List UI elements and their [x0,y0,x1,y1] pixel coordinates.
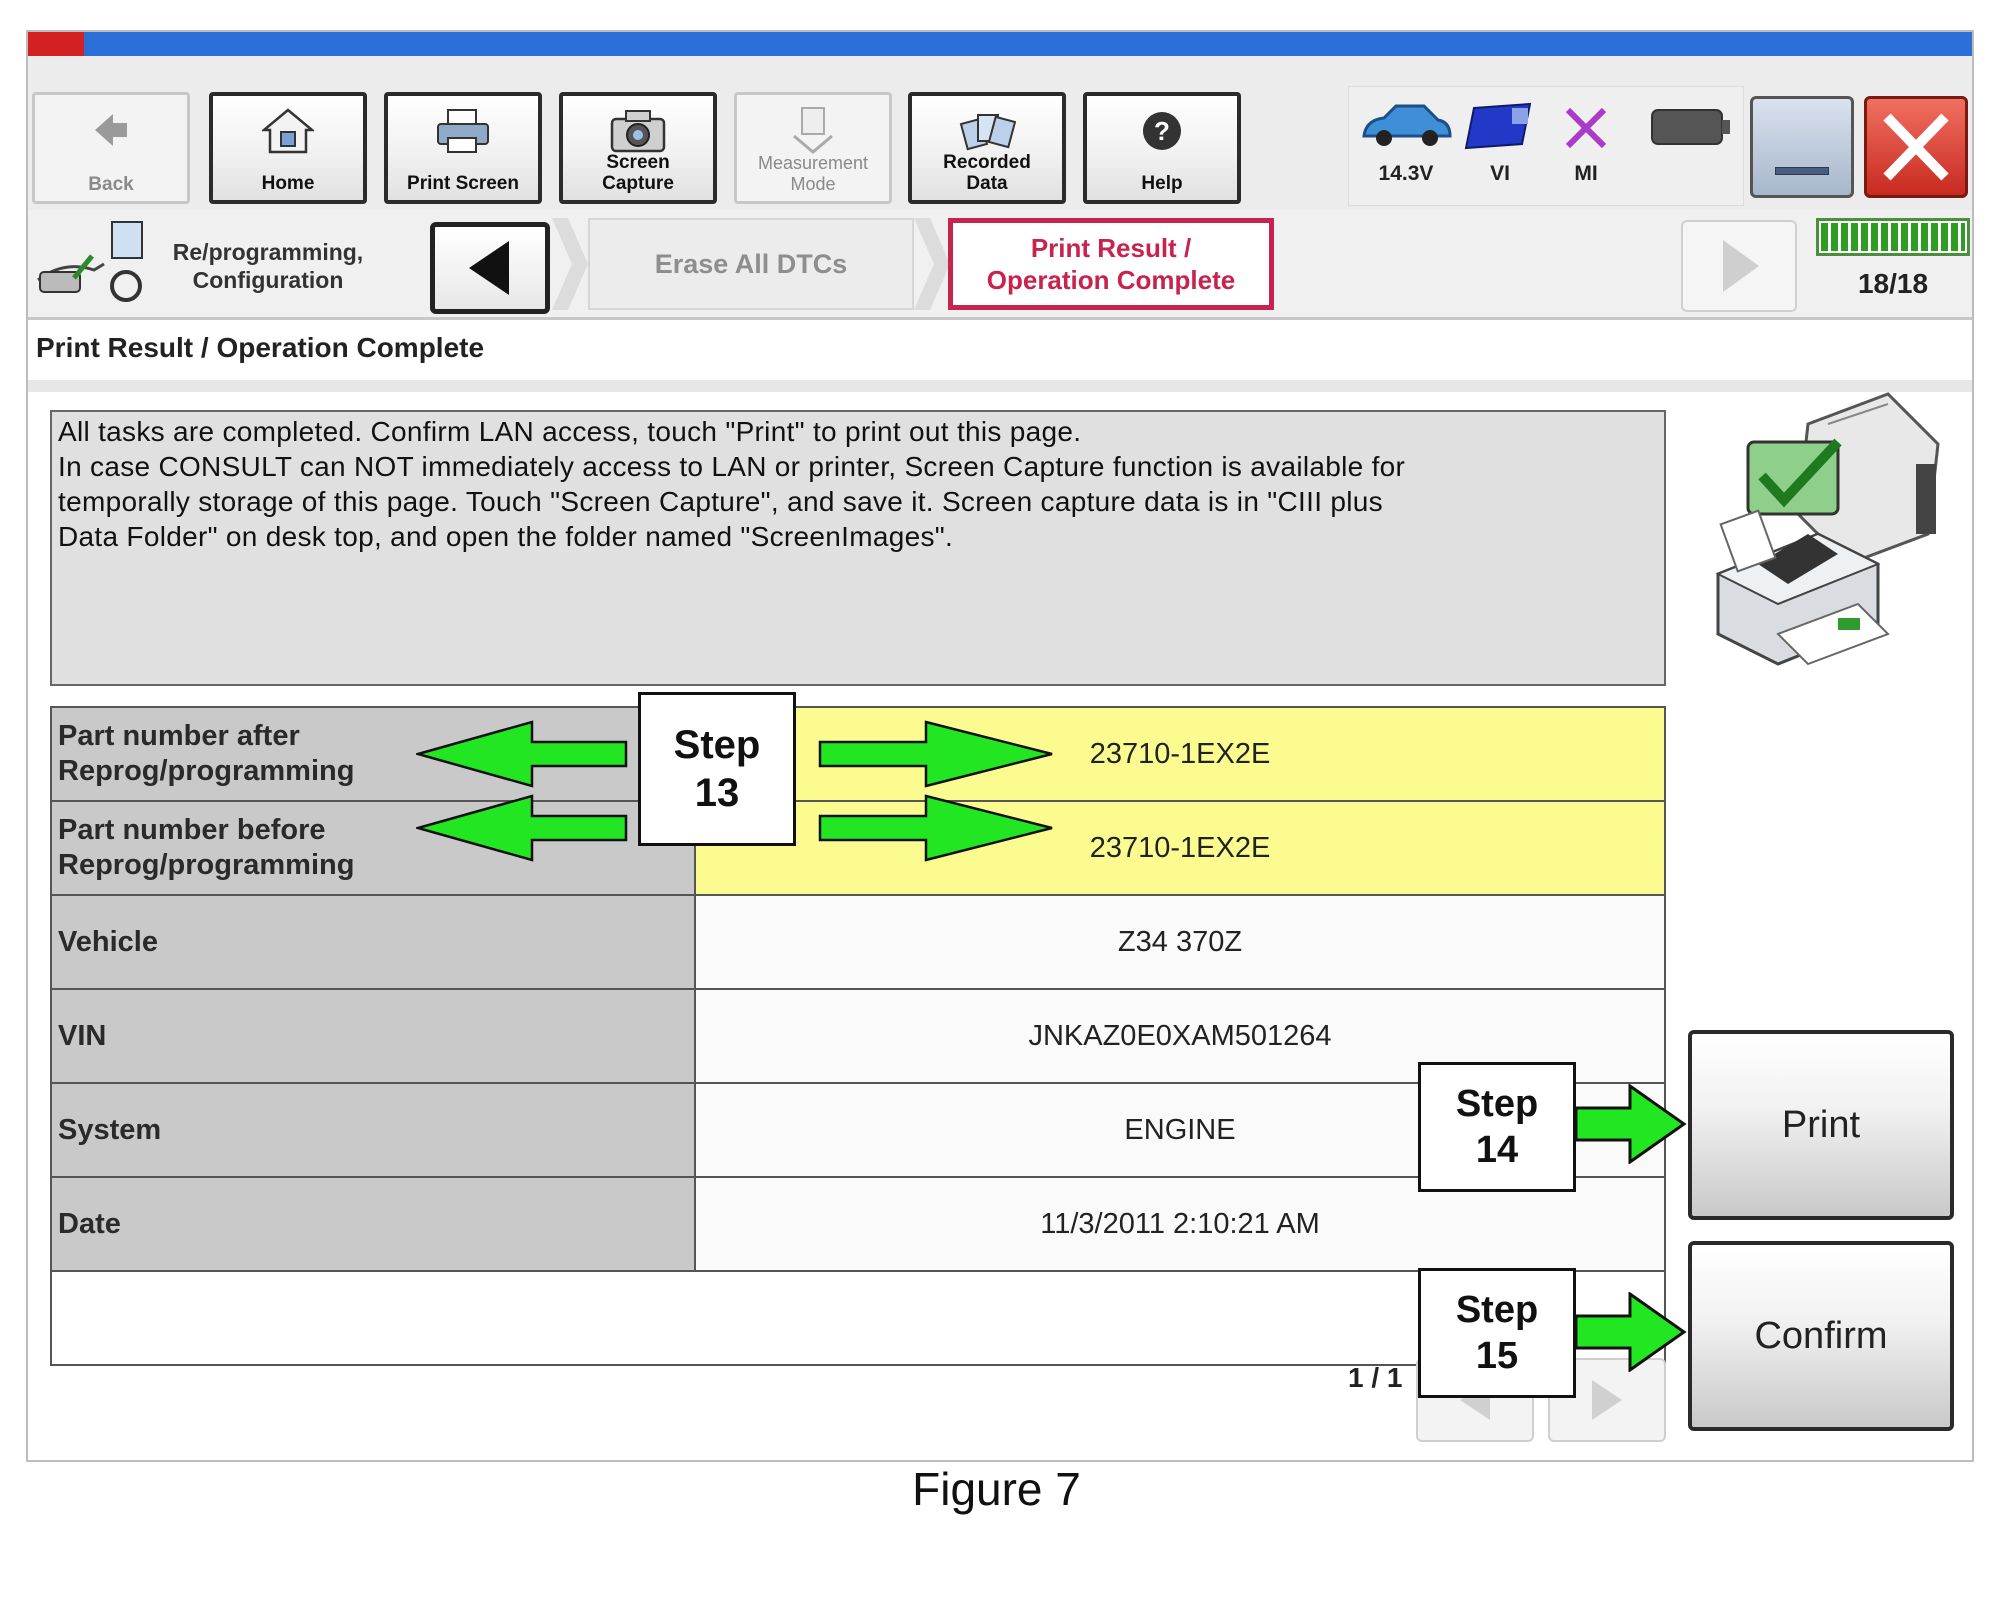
row-label: Vehicle [50,894,696,990]
vi-icon [1464,102,1532,150]
home-button[interactable]: Home [209,92,367,204]
voltage-readout: 14.3V [1378,162,1434,185]
help-button[interactable]: ? Help [1083,92,1241,204]
measurement-icon [783,105,843,155]
recorded-data-label-2: Data [966,173,1008,194]
row-label: VIN [50,988,696,1084]
current-step-line-1: Print Result / [1030,233,1192,263]
print-screen-label: Print Screen [407,173,519,194]
step-14-number: 14 [1475,1129,1519,1171]
recorded-data-button[interactable]: Recorded Data [908,92,1066,204]
message-line: All tasks are completed. Confirm LAN acc… [58,416,1082,447]
right-arrow-icon [818,720,1053,788]
figure-caption: Figure 7 [912,1463,1081,1515]
reprogramming-icon [37,221,143,302]
step-13-text: Step [673,723,761,767]
checkmark-icon [1746,438,1842,516]
back-button[interactable]: Back [32,92,190,204]
print-complete-illustration [1715,392,1940,666]
print-screen-button[interactable]: Print Screen [384,92,542,204]
window-title-bar [28,32,1972,56]
minimize-bar-icon [1775,167,1829,175]
table-row: Vehicle Z34 370Z [50,894,1666,990]
step-print-result[interactable]: Print Result / Operation Complete [948,218,1274,310]
previous-step-button[interactable] [430,222,550,314]
step-15-text: Step [1455,1289,1539,1331]
section-label-line-1: Re/programming, [172,239,364,265]
back-arrow-icon [81,105,141,155]
mi-label: MI [1574,162,1598,185]
step-13-number: 13 [694,771,740,815]
message-line: In case CONSULT can NOT immediately acce… [58,451,1406,482]
camera-icon [608,106,668,156]
divider [28,380,1972,392]
next-step-button[interactable] [1681,220,1797,312]
toolbar: Back Home Print Screen Screen Capture Me… [28,56,1972,210]
progress-fill [1821,223,1965,251]
help-label: Help [1141,173,1183,194]
battery-icon [1651,109,1730,145]
row-label: System [50,1082,696,1178]
row-label: Date [50,1176,696,1272]
section-label-line-2: Configuration [192,267,344,293]
vehicle-battery-icon [1362,104,1452,146]
right-triangle-icon [1723,240,1759,292]
svg-text:?: ? [1154,116,1170,146]
home-icon [258,106,318,156]
message-line: temporally storage of this page. Touch "… [58,486,1383,517]
step-13-callout: Step 13 [638,692,796,846]
current-step-line-2: Operation Complete [986,265,1236,295]
close-icon [1883,113,1949,181]
chevron-right-icon [552,218,588,310]
close-button[interactable] [1864,96,1968,198]
app-logo [28,32,84,56]
vi-label: VI [1490,162,1510,185]
step-14-callout: Step 14 [1418,1062,1576,1192]
step-14-arrow-icon [1574,1084,1687,1164]
measurement-label-2: Mode [790,174,836,194]
minimize-button[interactable] [1750,96,1854,198]
measurement-label-1: Measurement [757,153,869,173]
step-15-number: 15 [1475,1335,1519,1377]
left-triangle-icon [469,241,509,295]
mi-cross-icon [1565,107,1607,149]
left-arrow-icon [416,794,628,862]
chevron-right-icon [914,218,950,310]
help-icon: ? [1132,106,1192,156]
back-label: Back [88,174,134,195]
message-line: Data Folder" on desk top, and open the f… [58,521,954,552]
screen-capture-button[interactable]: Screen Capture [559,92,717,204]
print-button[interactable]: Print [1688,1030,1954,1220]
page-indicator: 1 / 1 [1348,1362,1403,1393]
right-arrow-icon [818,794,1053,862]
progress-count: 18/18 [1857,268,1929,299]
step-navigation-bar: Re/programming, Configuration Erase All … [28,210,1972,320]
instruction-message: All tasks are completed. Confirm LAN acc… [50,410,1666,686]
screen-capture-label-2: Capture [602,173,674,194]
left-arrow-icon [416,720,628,788]
page-title: Print Result / Operation Complete [36,332,485,363]
step-erase-all-dtcs[interactable]: Erase All DTCs [588,218,914,310]
step-14-text: Step [1455,1083,1539,1125]
confirm-button[interactable]: Confirm [1688,1241,1954,1431]
step-15-callout: Step 15 [1418,1268,1576,1398]
consult-window: Back Home Print Screen Screen Capture Me… [26,30,1974,1462]
home-label: Home [261,173,315,194]
measurement-mode-button[interactable]: Measurement Mode [734,92,892,204]
section-label: Re/programming, Configuration [168,238,368,294]
progress-bar [1816,218,1970,256]
printer-icon [433,106,493,156]
vehicle-value: Z34 370Z [694,894,1666,990]
step-15-arrow-icon [1574,1292,1687,1372]
recorded-data-icon [957,106,1017,156]
